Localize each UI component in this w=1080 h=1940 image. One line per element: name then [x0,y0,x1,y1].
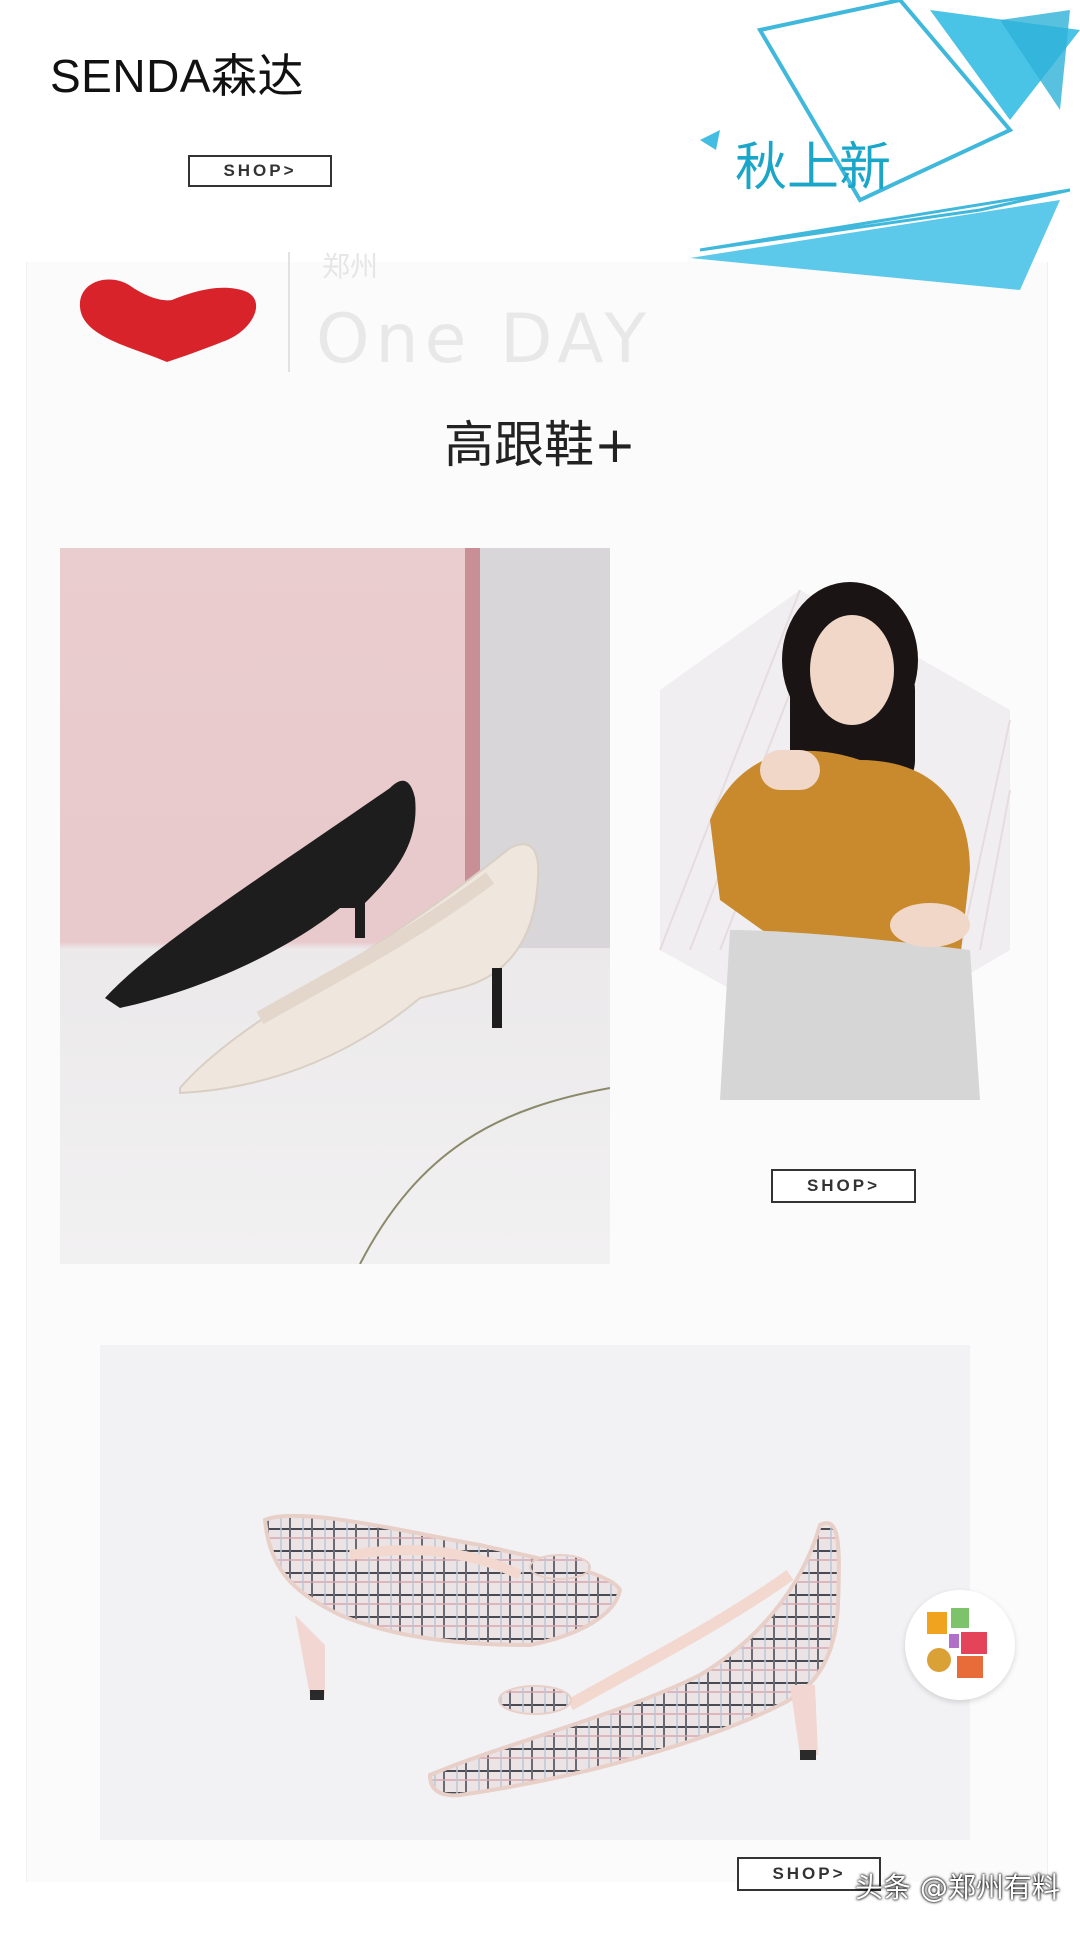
oneday-city-label: 郑州 [322,250,379,283]
product-photo-pumps[interactable] [60,548,610,1264]
tweed-pumps-illustration [262,1513,841,1798]
app-logo-icon [927,1608,987,1678]
heart-icon [79,279,257,362]
pumps-illustration [105,548,610,1264]
app-logo[interactable] [905,1590,1015,1700]
watermark-text: 头条 @郑州有料 [855,1871,1060,1904]
shop-button-top[interactable]: SHOP> [188,155,332,187]
brand-logo: SENDA森达 [50,50,304,102]
autumn-badge-text: 秋上新 [735,138,892,198]
divider-line [288,252,290,372]
oneday-decor-text: One DAY [316,300,653,379]
model-photo[interactable] [640,570,1020,1100]
product-photo-tweed-pumps[interactable] [100,1345,970,1840]
section-title: 高跟鞋+ [444,416,636,474]
shop-button-middle[interactable]: SHOP> [771,1169,916,1203]
